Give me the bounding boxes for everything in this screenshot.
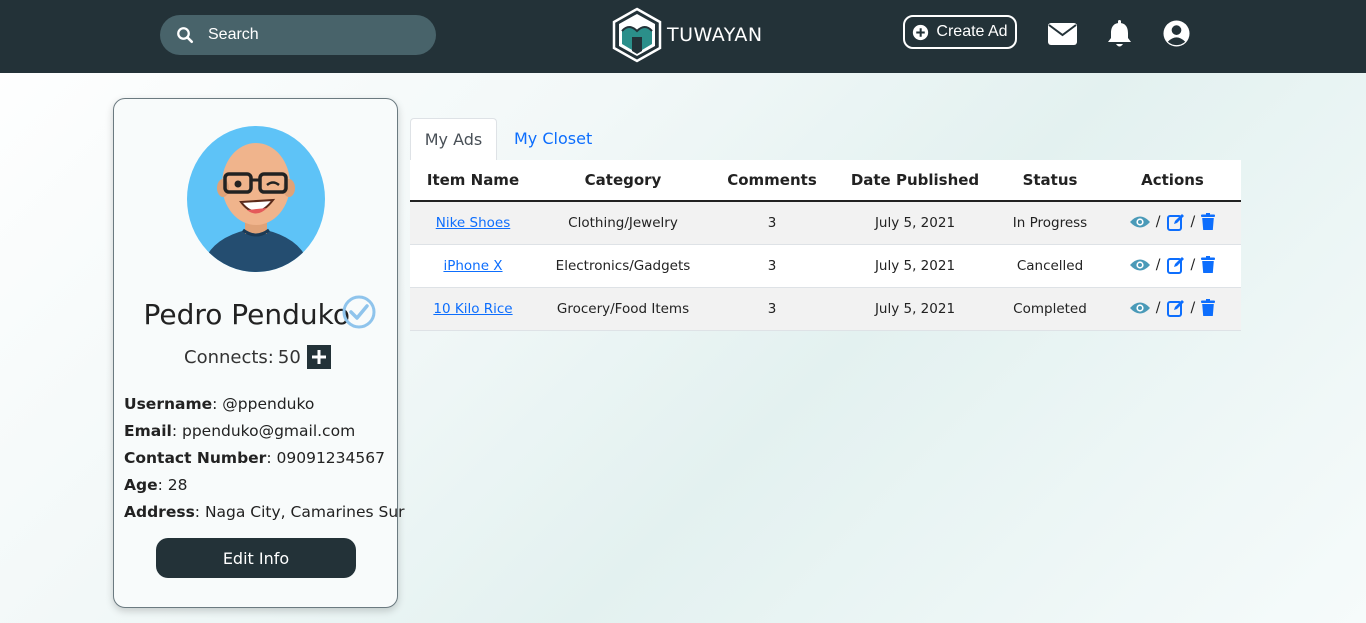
profile-info: Username: @ppenduko Email: ppenduko@gmai… [124, 393, 405, 528]
cell-comments: 3 [710, 244, 834, 288]
cell-category: Electronics/Gadgets [536, 244, 710, 288]
edit-icon[interactable] [1166, 213, 1185, 231]
search-input[interactable] [208, 23, 418, 47]
cell-date: July 5, 2021 [834, 201, 996, 245]
eye-icon[interactable] [1129, 258, 1150, 272]
cell-comments: 3 [710, 287, 834, 331]
action-separator: / [1190, 299, 1196, 316]
cell-status: In Progress [996, 201, 1104, 245]
verified-check-icon [342, 295, 376, 329]
create-ad-button[interactable]: Create Ad [903, 15, 1017, 49]
trash-icon[interactable] [1201, 299, 1216, 316]
trash-icon[interactable] [1201, 256, 1216, 273]
logo-icon [612, 7, 662, 63]
info-age: Age: 28 [124, 476, 188, 494]
header-date-published: Date Published [834, 160, 996, 202]
cell-actions: / / [1104, 201, 1241, 245]
search-icon [177, 27, 194, 44]
envelope-icon[interactable] [1048, 23, 1077, 45]
action-separator: / [1155, 256, 1161, 273]
cell-status: Cancelled [996, 244, 1104, 288]
add-connect-button[interactable] [306, 345, 331, 369]
edit-info-button[interactable]: Edit Info [156, 538, 356, 578]
avatar [187, 126, 325, 272]
brand-name: TUWAYAN [667, 24, 763, 46]
table-row: 10 Kilo Rice Grocery/Food Items 3 July 5… [410, 287, 1241, 331]
action-separator: / [1190, 256, 1196, 273]
eye-icon[interactable] [1129, 301, 1150, 315]
info-contact-number: Contact Number: 09091234567 [124, 449, 385, 467]
action-separator: / [1155, 299, 1161, 316]
bell-icon[interactable] [1107, 20, 1132, 48]
action-separator: / [1155, 213, 1161, 230]
create-ad-label: Create Ad [936, 23, 1008, 40]
brand[interactable]: TUWAYAN [611, 7, 763, 63]
cell-comments: 3 [710, 201, 834, 245]
connects-count: 50 [277, 346, 301, 368]
action-separator: / [1190, 213, 1196, 230]
cell-actions: / / [1104, 244, 1241, 288]
ads-table: Item Name Category Comments Date Publish… [410, 160, 1241, 331]
cell-category: Clothing/Jewelry [536, 201, 710, 245]
table-row: iPhone X Electronics/Gadgets 3 July 5, 2… [410, 244, 1241, 288]
plus-circle-icon [913, 24, 929, 40]
plus-icon [311, 350, 326, 364]
tab-my-ads[interactable]: My Ads [410, 118, 497, 160]
edit-icon[interactable] [1166, 299, 1185, 317]
item-link[interactable]: iPhone X [443, 258, 502, 274]
connects-label: Connects: [184, 346, 274, 368]
edit-icon[interactable] [1166, 256, 1185, 274]
cell-actions: / / [1104, 287, 1241, 331]
user-icon[interactable] [1163, 20, 1190, 47]
trash-icon[interactable] [1201, 213, 1216, 231]
cell-category: Grocery/Food Items [536, 287, 710, 331]
header-comments: Comments [710, 160, 834, 202]
item-link[interactable]: Nike Shoes [436, 215, 511, 231]
header-actions: Actions [1104, 160, 1241, 202]
info-username: Username: @ppenduko [124, 395, 315, 413]
header-status: Status [996, 160, 1104, 202]
cell-status: Completed [996, 287, 1104, 331]
cell-date: July 5, 2021 [834, 287, 996, 331]
cell-date: July 5, 2021 [834, 244, 996, 288]
eye-icon[interactable] [1129, 215, 1150, 229]
connects: Connects: 50 [184, 345, 331, 369]
profile-card: Pedro Penduko Connects: 50 Username: @pp… [113, 98, 405, 608]
header-category: Category [536, 160, 710, 202]
tab-my-closet[interactable]: My Closet [514, 118, 604, 160]
top-navbar: TUWAYAN Create Ad [0, 0, 1366, 73]
info-email: Email: ppenduko@gmail.com [124, 422, 356, 440]
table-row: Nike Shoes Clothing/Jewelry 3 July 5, 20… [410, 201, 1241, 245]
search-bar[interactable] [160, 15, 436, 55]
header-item-name: Item Name [410, 160, 536, 202]
item-link[interactable]: 10 Kilo Rice [433, 301, 512, 317]
profile-name: Pedro Penduko [143, 298, 350, 331]
table-header-row: Item Name Category Comments Date Publish… [410, 160, 1241, 202]
info-address: Address: Naga City, Camarines Sur [124, 503, 405, 521]
